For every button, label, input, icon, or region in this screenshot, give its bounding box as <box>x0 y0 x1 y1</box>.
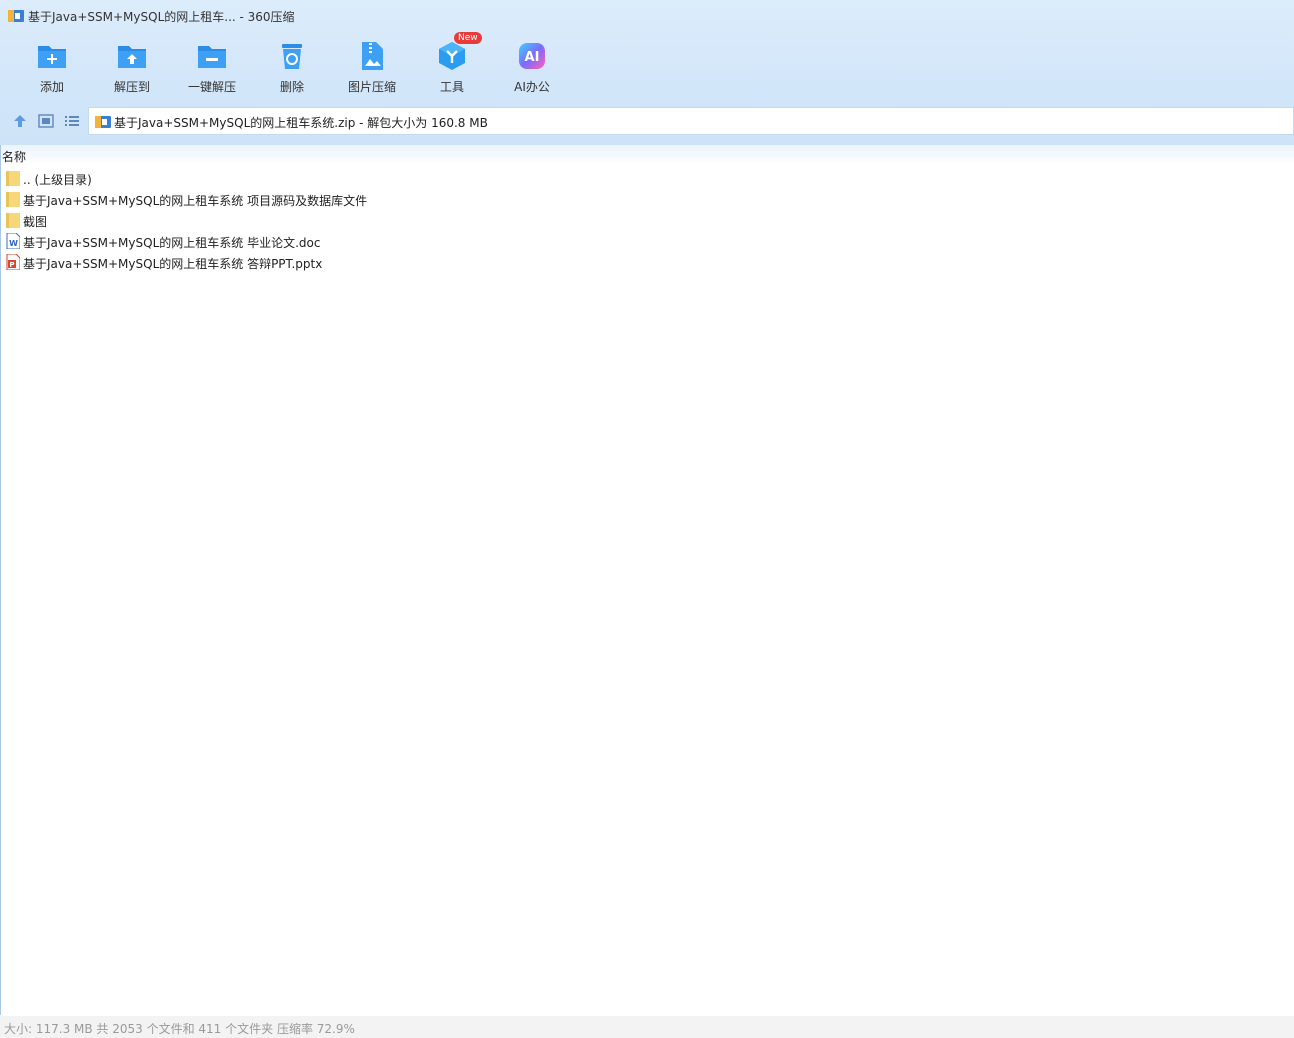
svg-text:AI: AI <box>525 50 540 65</box>
svg-text:W: W <box>9 239 18 248</box>
one-click-extract-label: 一键解压 <box>187 80 236 94</box>
status-bar: 大小: 117.3 MB 共 2053 个文件和 411 个文件夹 压缩率 72… <box>0 1016 1294 1038</box>
image-compress-label: 图片压缩 <box>347 80 396 94</box>
image-compress-button[interactable]: 图片压缩 <box>332 36 412 98</box>
file-name: 截图 <box>23 215 48 229</box>
ai-office-icon: AI <box>519 43 545 69</box>
extract-to-label: 解压到 <box>113 80 150 94</box>
delete-button[interactable]: 删除 <box>252 36 332 98</box>
image-compress-icon <box>362 42 383 70</box>
navigation-bar: 基于Java+SSM+MySQL的网上租车系统.zip - 解包大小为 160.… <box>0 106 1294 136</box>
address-text: 基于Java+SSM+MySQL的网上租车系统.zip - 解包大小为 160.… <box>114 116 488 130</box>
tools-button[interactable]: New 工具 <box>412 32 492 98</box>
folder-icon <box>6 171 20 186</box>
file-name: .. (上级目录) <box>23 173 92 187</box>
status-text: 大小: 117.3 MB 共 2053 个文件和 411 个文件夹 压缩率 72… <box>4 1022 355 1036</box>
new-badge: New <box>454 32 482 44</box>
address-bar[interactable]: 基于Java+SSM+MySQL的网上租车系统.zip - 解包大小为 160.… <box>88 107 1294 135</box>
list-item[interactable]: P 基于Java+SSM+MySQL的网上租车系统 答辩PPT.pptx <box>0 252 1294 273</box>
thumbnail-view-icon[interactable] <box>37 112 55 130</box>
top-panel: 基于Java+SSM+MySQL的网上租车... - 360压缩 添加 解压到 <box>0 0 1294 145</box>
list-view-icon[interactable] <box>63 112 81 130</box>
tools-icon <box>439 42 465 70</box>
ai-office-label: AI办公 <box>514 80 550 94</box>
window-title: 基于Java+SSM+MySQL的网上租车... - 360压缩 <box>28 10 295 24</box>
one-click-extract-icon <box>198 46 226 68</box>
file-name: 基于Java+SSM+MySQL的网上租车系统 毕业论文.doc <box>23 236 321 250</box>
extract-to-button[interactable]: 解压到 <box>92 36 172 98</box>
extract-to-icon <box>118 46 146 68</box>
file-list: .. (上级目录) 基于Java+SSM+MySQL的网上租车系统 项目源码及数… <box>0 168 1294 273</box>
ppt-file-icon: P <box>6 254 20 270</box>
delete-icon <box>282 44 302 69</box>
list-item-parent[interactable]: .. (上级目录) <box>0 168 1294 189</box>
tools-label: 工具 <box>439 80 464 94</box>
one-click-extract-button[interactable]: 一键解压 <box>172 36 252 98</box>
add-label: 添加 <box>39 80 64 94</box>
left-border <box>0 145 1 1015</box>
up-arrow-icon[interactable] <box>11 112 29 130</box>
archive-app-icon <box>8 10 24 22</box>
add-folder-icon <box>38 46 66 68</box>
list-header[interactable] <box>0 145 1294 165</box>
ai-office-button[interactable]: AI AI办公 <box>492 36 572 98</box>
word-doc-icon: W <box>6 233 20 249</box>
file-name: 基于Java+SSM+MySQL的网上租车系统 答辩PPT.pptx <box>23 257 323 271</box>
file-name: 基于Java+SSM+MySQL的网上租车系统 项目源码及数据库文件 <box>23 194 368 208</box>
add-button[interactable]: 添加 <box>12 36 92 98</box>
name-column-header[interactable]: 名称 <box>2 148 26 165</box>
zip-archive-icon <box>95 116 111 128</box>
list-item[interactable]: 基于Java+SSM+MySQL的网上租车系统 项目源码及数据库文件 <box>0 189 1294 210</box>
list-item[interactable]: W 基于Java+SSM+MySQL的网上租车系统 毕业论文.doc <box>0 231 1294 252</box>
delete-label: 删除 <box>279 80 304 94</box>
folder-icon <box>6 213 20 228</box>
title-bar: 基于Java+SSM+MySQL的网上租车... - 360压缩 <box>0 0 1294 32</box>
list-item[interactable]: 截图 <box>0 210 1294 231</box>
folder-icon <box>6 192 20 207</box>
svg-text:P: P <box>9 261 14 269</box>
